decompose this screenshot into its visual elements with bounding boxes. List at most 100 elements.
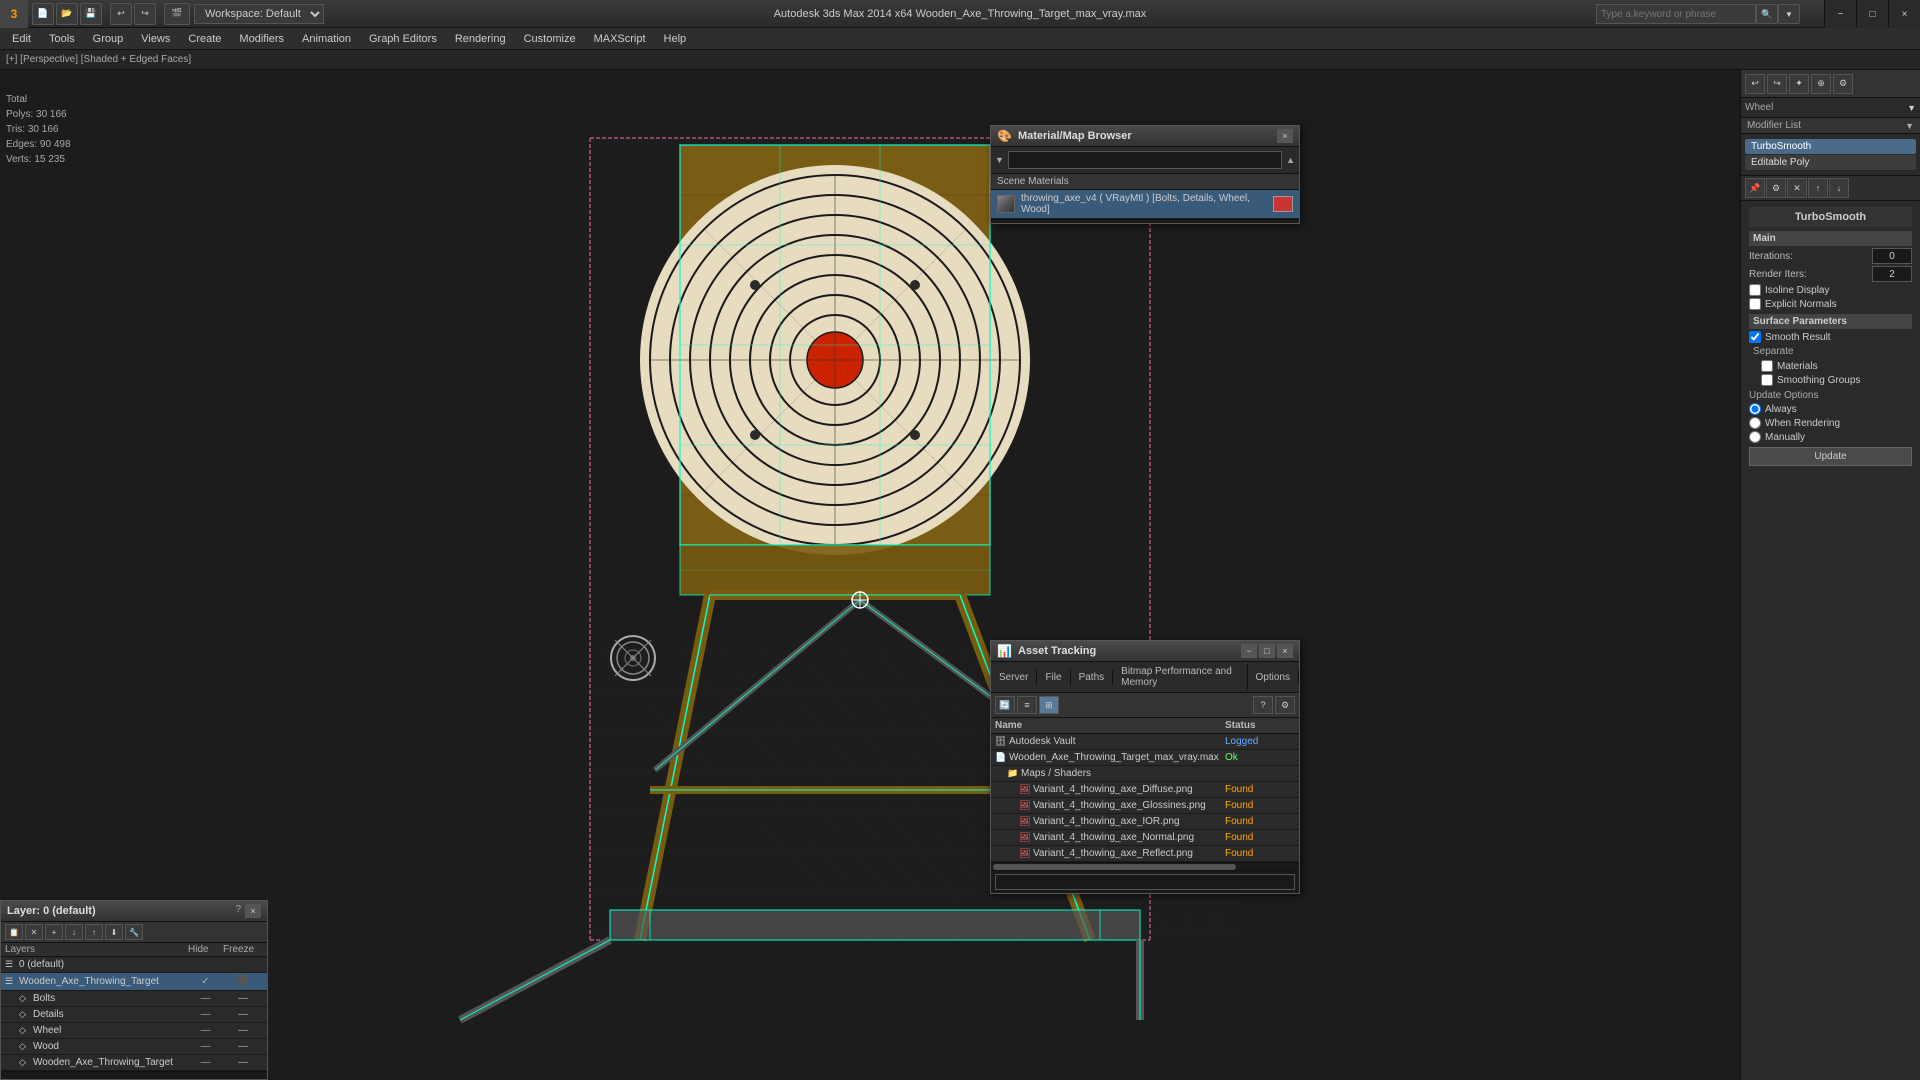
menu-item-modifiers[interactable]: Modifiers: [231, 31, 292, 47]
layers-help-button[interactable]: ?: [235, 904, 241, 918]
wheel-dropdown-icon[interactable]: ▼: [1907, 103, 1916, 113]
menu-item-edit[interactable]: Edit: [4, 31, 39, 47]
menu-item-views[interactable]: Views: [133, 31, 178, 47]
material-item[interactable]: throwing_axe_v4 ( VRayMtl ) [Bolts, Deta…: [991, 190, 1299, 219]
search-input[interactable]: [1596, 4, 1756, 24]
save-button[interactable]: 💾: [80, 3, 102, 25]
at-tb-grid[interactable]: ⊞: [1039, 696, 1059, 714]
at-item-reflect[interactable]: 🖼 Variant_4_thowing_axe_Reflect.png Foun…: [991, 846, 1299, 862]
update-rendering-radio[interactable]: [1749, 417, 1761, 429]
explicit-normals-checkbox[interactable]: [1749, 298, 1761, 310]
mod-tb-configure[interactable]: ⚙: [1766, 178, 1786, 198]
search-icon[interactable]: 🔍: [1756, 4, 1778, 24]
layer-frz-wood: —: [223, 1041, 263, 1052]
rp-tb-5[interactable]: ⚙: [1833, 74, 1853, 94]
layers-close-button[interactable]: ×: [245, 904, 261, 918]
menu-item-tools[interactable]: Tools: [41, 31, 83, 47]
maximize-button[interactable]: □: [1856, 0, 1888, 28]
materials-checkbox[interactable]: [1761, 360, 1773, 372]
at-menu-server[interactable]: Server: [991, 670, 1037, 685]
smooth-result-checkbox[interactable]: [1749, 331, 1761, 343]
at-path-input[interactable]: [995, 874, 1295, 890]
update-button[interactable]: Update: [1749, 447, 1912, 466]
layers-tb-4[interactable]: ↓: [65, 924, 83, 940]
at-menu-paths[interactable]: Paths: [1071, 670, 1114, 685]
layer-item-wooden[interactable]: ☰ Wooden_Axe_Throwing_Target ✓: [1, 973, 267, 991]
rp-tb-3[interactable]: ✦: [1789, 74, 1809, 94]
menu-item-rendering[interactable]: Rendering: [447, 31, 514, 47]
at-item-maps[interactable]: 📁 Maps / Shaders: [991, 766, 1299, 782]
minimize-button[interactable]: −: [1824, 0, 1856, 28]
layers-panel-title: Layer: 0 (default): [7, 905, 96, 917]
redo-button[interactable]: ↪: [134, 3, 156, 25]
close-button[interactable]: ×: [1888, 0, 1920, 28]
undo-button[interactable]: ↩: [110, 3, 132, 25]
open-button[interactable]: 📂: [56, 3, 78, 25]
at-item-normal[interactable]: 🖼 Variant_4_thowing_axe_Normal.png Found: [991, 830, 1299, 846]
workspace-select[interactable]: Workspace: DefaultWorkspace: Default: [194, 4, 324, 24]
layers-tb-5[interactable]: ↑: [85, 924, 103, 940]
layer-item-bolts[interactable]: ◇ Bolts — —: [1, 991, 267, 1007]
smoothing-groups-checkbox[interactable]: [1761, 374, 1773, 386]
material-name: throwing_axe_v4 ( VRayMtl ) [Bolts, Deta…: [1021, 193, 1267, 215]
render-preview-button[interactable]: 🎬: [164, 3, 190, 25]
asset-tracking-close-button[interactable]: ×: [1277, 644, 1293, 658]
menu-item-maxscript[interactable]: MAXScript: [586, 31, 654, 47]
at-item-file[interactable]: 📄 Wooden_Axe_Throwing_Target_max_vray.ma…: [991, 750, 1299, 766]
at-item-vault[interactable]: 🗄 Autodesk Vault Logged: [991, 734, 1299, 750]
at-tb-help[interactable]: ?: [1253, 696, 1273, 714]
mat-browser-search[interactable]: [1008, 151, 1282, 169]
mod-tb-remove[interactable]: ✕: [1787, 178, 1807, 198]
at-tb-settings[interactable]: ⚙: [1275, 696, 1295, 714]
layers-tb-3[interactable]: +: [45, 924, 63, 940]
layers-panel: Layer: 0 (default) ? × 📋 ✕ + ↓ ↑ ⬇ 🔧 Lay…: [0, 900, 268, 1080]
at-menu-options[interactable]: Options: [1248, 670, 1299, 685]
isoline-checkbox[interactable]: [1749, 284, 1761, 296]
asset-tracking-maximize-button[interactable]: □: [1259, 644, 1275, 658]
update-always-radio[interactable]: [1749, 403, 1761, 415]
viewport[interactable]: Total Polys: 30 166 Tris: 30 166 Edges: …: [0, 70, 1740, 1080]
modifier-item-turbosmooth[interactable]: TurboSmooth: [1745, 139, 1916, 154]
menu-item-create[interactable]: Create: [180, 31, 229, 47]
rp-tb-4[interactable]: ⊕: [1811, 74, 1831, 94]
layer-item-wood[interactable]: ◇ Wood — —: [1, 1039, 267, 1055]
mat-browser-close-button[interactable]: ×: [1277, 129, 1293, 143]
menu-item-graph-editors[interactable]: Graph Editors: [361, 31, 445, 47]
at-menu-file[interactable]: File: [1037, 670, 1070, 685]
layer-item-wooden2[interactable]: ◇ Wooden_Axe_Throwing_Target — —: [1, 1055, 267, 1071]
modifier-list-dropdown[interactable]: ▼: [1905, 121, 1914, 131]
at-tb-list[interactable]: ≡: [1017, 696, 1037, 714]
at-tb-refresh[interactable]: 🔄: [995, 696, 1015, 714]
search-options-icon[interactable]: ▼: [1778, 4, 1800, 24]
mod-tb-move-down[interactable]: ↓: [1829, 178, 1849, 198]
asset-tracking-minimize-button[interactable]: −: [1241, 644, 1257, 658]
at-menu-bitmap[interactable]: Bitmap Performance and Memory: [1113, 664, 1247, 690]
layers-col-name: Layers: [5, 944, 188, 955]
menu-item-help[interactable]: Help: [656, 31, 695, 47]
menu-item-customize[interactable]: Customize: [516, 31, 584, 47]
at-item-glossines[interactable]: 🖼 Variant_4_thowing_axe_Glossines.png Fo…: [991, 798, 1299, 814]
layer-item-details[interactable]: ◇ Details — —: [1, 1007, 267, 1023]
at-name-reflect: Variant_4_thowing_axe_Reflect.png: [1033, 848, 1225, 859]
render-iters-input[interactable]: [1872, 266, 1912, 282]
layers-tb-7[interactable]: 🔧: [125, 924, 143, 940]
layers-tb-2[interactable]: ✕: [25, 924, 43, 940]
rp-tb-2[interactable]: ↪: [1767, 74, 1787, 94]
at-item-ior[interactable]: 🖼 Variant_4_thowing_axe_IOR.png Found: [991, 814, 1299, 830]
mat-browser-scroll-up[interactable]: ▲: [1286, 155, 1295, 165]
menu-item-animation[interactable]: Animation: [294, 31, 359, 47]
mod-tb-move-up[interactable]: ↑: [1808, 178, 1828, 198]
layer-item-0[interactable]: ☰ 0 (default): [1, 957, 267, 973]
new-button[interactable]: 📄: [32, 3, 54, 25]
update-manually-radio[interactable]: [1749, 431, 1761, 443]
mat-browser-dropdown-icon[interactable]: ▼: [995, 155, 1004, 165]
layer-item-wheel[interactable]: ◇ Wheel — —: [1, 1023, 267, 1039]
modifier-item-editable-poly[interactable]: Editable Poly: [1745, 155, 1916, 170]
menu-item-group[interactable]: Group: [85, 31, 132, 47]
rp-tb-1[interactable]: ↩: [1745, 74, 1765, 94]
at-item-diffuse[interactable]: 🖼 Variant_4_thowing_axe_Diffuse.png Foun…: [991, 782, 1299, 798]
layers-tb-1[interactable]: 📋: [5, 924, 23, 940]
iterations-input[interactable]: [1872, 248, 1912, 264]
layers-tb-6[interactable]: ⬇: [105, 924, 123, 940]
mod-tb-pin[interactable]: 📌: [1745, 178, 1765, 198]
